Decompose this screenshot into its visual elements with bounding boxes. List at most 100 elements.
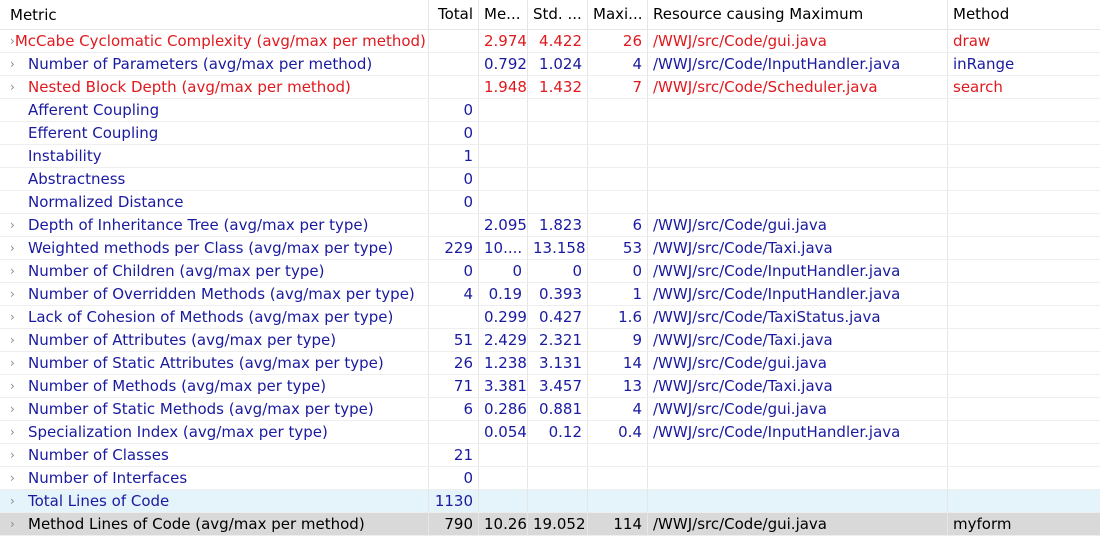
table-row[interactable]: Afferent Coupling 0 xyxy=(0,99,1100,122)
mean-cell xyxy=(479,122,528,144)
column-header-resource[interactable]: Resource causing Maximum xyxy=(648,0,948,29)
std-dev-cell: 0.393 xyxy=(528,283,588,305)
resource-cell: /WWJ/src/Code/InputHandler.java xyxy=(648,421,948,443)
mean-cell: 0 xyxy=(479,260,528,282)
column-header-std-dev[interactable]: Std. ... xyxy=(528,0,588,29)
table-row[interactable]: › Method Lines of Code (avg/max per metho… xyxy=(0,513,1100,536)
metric-label: Number of Classes xyxy=(28,446,169,464)
maximum-cell xyxy=(588,191,648,213)
chevron-right-icon[interactable]: › xyxy=(10,398,28,420)
std-dev-cell xyxy=(528,467,588,489)
chevron-right-icon[interactable]: › xyxy=(10,76,28,98)
chevron-right-icon[interactable]: › xyxy=(10,214,28,236)
resource-cell xyxy=(648,444,948,466)
table-row[interactable]: Abstractness 0 xyxy=(0,168,1100,191)
metric-cell: Abstractness xyxy=(0,168,429,190)
table-row[interactable]: › Number of Classes 21 xyxy=(0,444,1100,467)
metric-label: Specialization Index (avg/max per type) xyxy=(28,423,328,441)
method-cell xyxy=(948,99,1100,121)
maximum-cell xyxy=(588,168,648,190)
total-cell: 1130 xyxy=(429,490,479,512)
std-dev-cell: 3.457 xyxy=(528,375,588,397)
chevron-right-icon[interactable]: › xyxy=(10,421,28,443)
table-row[interactable]: › McCabe Cyclomatic Complexity (avg/max p… xyxy=(0,30,1100,53)
metric-cell: Instability xyxy=(0,145,429,167)
maximum-cell: 0.4 xyxy=(588,421,648,443)
metric-cell: › Nested Block Depth (avg/max per method) xyxy=(0,76,429,98)
table-row[interactable]: › Number of Interfaces 0 xyxy=(0,467,1100,490)
table-row[interactable]: › Lack of Cohesion of Methods (avg/max pe… xyxy=(0,306,1100,329)
total-cell xyxy=(429,214,479,236)
chevron-right-icon[interactable]: › xyxy=(10,352,28,374)
method-cell xyxy=(948,421,1100,443)
chevron-right-icon[interactable]: › xyxy=(10,513,28,535)
metric-label: Total Lines of Code xyxy=(28,492,170,510)
chevron-right-icon[interactable]: › xyxy=(10,306,28,328)
resource-cell: /WWJ/src/Code/Taxi.java xyxy=(648,329,948,351)
metric-label: Lack of Cohesion of Methods (avg/max per… xyxy=(28,308,394,326)
table-row[interactable]: › Total Lines of Code 1130 xyxy=(0,490,1100,513)
metric-label: Nested Block Depth (avg/max per method) xyxy=(28,78,351,96)
metric-cell: › McCabe Cyclomatic Complexity (avg/max p… xyxy=(0,30,429,52)
metric-label: Weighted methods per Class (avg/max per … xyxy=(28,239,394,257)
metric-label: Method Lines of Code (avg/max per method… xyxy=(28,515,365,533)
column-header-mean[interactable]: Me... xyxy=(479,0,528,29)
method-cell xyxy=(948,444,1100,466)
std-dev-cell: 0.427 xyxy=(528,306,588,328)
total-cell: 0 xyxy=(429,168,479,190)
table-row[interactable]: › Depth of Inheritance Tree (avg/max per … xyxy=(0,214,1100,237)
table-row[interactable]: › Number of Static Attributes (avg/max pe… xyxy=(0,352,1100,375)
metric-label: Number of Overridden Methods (avg/max pe… xyxy=(28,285,415,303)
table-row[interactable]: › Specialization Index (avg/max per type)… xyxy=(0,421,1100,444)
table-row[interactable]: › Number of Parameters (avg/max per metho… xyxy=(0,53,1100,76)
mean-cell xyxy=(479,168,528,190)
std-dev-cell: 1.024 xyxy=(528,53,588,75)
table-row[interactable]: Normalized Distance 0 xyxy=(0,191,1100,214)
table-row[interactable]: Efferent Coupling 0 xyxy=(0,122,1100,145)
chevron-right-icon[interactable]: › xyxy=(10,283,28,305)
column-header-metric[interactable]: Metric xyxy=(0,0,429,29)
column-header-total[interactable]: Total xyxy=(429,0,479,29)
table-row[interactable]: › Number of Methods (avg/max per type) 71 3… xyxy=(0,375,1100,398)
chevron-right-icon[interactable]: › xyxy=(10,375,28,397)
chevron-right-icon[interactable]: › xyxy=(10,260,28,282)
chevron-right-icon[interactable]: › xyxy=(10,490,28,512)
mean-cell: 0.299 xyxy=(479,306,528,328)
chevron-right-icon[interactable]: › xyxy=(10,467,28,489)
resource-cell: /WWJ/src/Code/Taxi.java xyxy=(648,375,948,397)
table-row[interactable]: › Number of Attributes (avg/max per type)… xyxy=(0,329,1100,352)
resource-cell: /WWJ/src/Code/Scheduler.java xyxy=(648,76,948,98)
method-cell xyxy=(948,168,1100,190)
column-header-method[interactable]: Method xyxy=(948,0,1100,29)
std-dev-cell: 1.432 xyxy=(528,76,588,98)
chevron-right-icon[interactable]: › xyxy=(10,237,28,259)
chevron-right-icon[interactable]: › xyxy=(10,329,28,351)
metric-label: Number of Children (avg/max per type) xyxy=(28,262,325,280)
method-cell xyxy=(948,375,1100,397)
chevron-right-icon[interactable]: › xyxy=(10,444,28,466)
mean-cell xyxy=(479,145,528,167)
total-cell xyxy=(429,53,479,75)
column-header-maximum[interactable]: Maxi... xyxy=(588,0,648,29)
resource-cell xyxy=(648,490,948,512)
mean-cell: 0.286 xyxy=(479,398,528,420)
metric-cell: › Number of Static Methods (avg/max per t… xyxy=(0,398,429,420)
total-cell: 790 xyxy=(429,513,479,535)
maximum-cell: 14 xyxy=(588,352,648,374)
metric-cell: › Specialization Index (avg/max per type) xyxy=(0,421,429,443)
table-row[interactable]: › Weighted methods per Class (avg/max per… xyxy=(0,237,1100,260)
table-row[interactable]: › Number of Overridden Methods (avg/max p… xyxy=(0,283,1100,306)
maximum-cell: 1 xyxy=(588,283,648,305)
method-cell: search xyxy=(953,78,1003,96)
chevron-right-icon[interactable]: › xyxy=(10,53,28,75)
method-cell xyxy=(948,329,1100,351)
table-row[interactable]: › Nested Block Depth (avg/max per method)… xyxy=(0,76,1100,99)
metric-label: Number of Parameters (avg/max per method… xyxy=(28,55,373,73)
resource-cell: /WWJ/src/Code/gui.java xyxy=(648,513,948,535)
table-row[interactable]: › Number of Children (avg/max per type) 0 0… xyxy=(0,260,1100,283)
mean-cell xyxy=(479,99,528,121)
total-cell xyxy=(429,421,479,443)
table-row[interactable]: › Number of Static Methods (avg/max per t… xyxy=(0,398,1100,421)
table-row[interactable]: Instability 1 xyxy=(0,145,1100,168)
resource-cell: /WWJ/src/Code/InputHandler.java xyxy=(648,260,948,282)
